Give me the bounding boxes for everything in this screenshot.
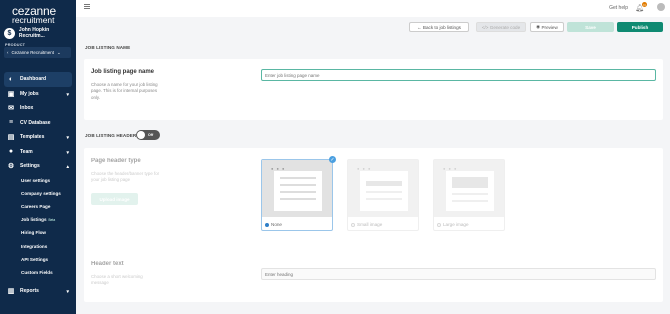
- inbox-icon: ✉: [8, 105, 14, 113]
- notification-badge: N: [642, 2, 647, 7]
- button-label: Generate code: [489, 24, 521, 30]
- product-value: Cezanne Recruitment: [11, 50, 54, 55]
- radio-button[interactable]: [265, 222, 269, 227]
- option-label: Large image: [443, 222, 469, 227]
- field-description: Choose a short welcoming message: [91, 274, 143, 286]
- toggle-label: Off: [148, 133, 154, 137]
- nav-inbox[interactable]: ✉ Inbox: [0, 101, 76, 116]
- chevron-left-icon: ‹: [7, 50, 9, 55]
- chevron-up-icon: ▴: [66, 164, 69, 170]
- code-icon: </>: [481, 24, 490, 30]
- section-title-listing-header: JOB LISTING HEADER: [85, 133, 137, 138]
- main-nav: ◐ Dashboard ▣ My jobs ▾ ✉ Inbox ≡ CV Dat…: [0, 72, 76, 299]
- nav-settings[interactable]: ⚙ Settings ▴: [0, 159, 76, 174]
- sub-api-settings[interactable]: API Settings: [0, 253, 76, 266]
- sub-custom-fields[interactable]: Custom Fields: [0, 266, 76, 279]
- sub-job-listings[interactable]: Job listings Beta: [0, 213, 76, 226]
- nav-label: Team: [20, 148, 33, 155]
- radio-button[interactable]: [437, 222, 441, 227]
- hamburger-menu-icon[interactable]: [84, 4, 90, 11]
- option-label: None: [271, 222, 282, 227]
- option-thumbnail: ● ● ●: [262, 160, 332, 217]
- nav-templates[interactable]: ▤ Templates ▾: [0, 130, 76, 145]
- database-icon: ≡: [8, 119, 14, 127]
- header-option-large-image[interactable]: ● ● ● Large image: [433, 159, 505, 231]
- sub-user-settings[interactable]: User settings: [0, 174, 76, 187]
- chart-icon: ▥: [7, 288, 15, 296]
- beta-badge: Beta: [48, 217, 56, 222]
- back-to-job-listings-button[interactable]: ← Back to job listings: [409, 22, 469, 32]
- profile-avatar[interactable]: [657, 3, 665, 11]
- chevron-down-icon: ▾: [66, 289, 69, 295]
- header-option-none[interactable]: ● ● ● None ✓: [261, 156, 336, 231]
- listing-header-card: Page header type Choose the header/banne…: [84, 148, 663, 302]
- sub-company-settings[interactable]: Company settings: [0, 187, 76, 200]
- generate-code-button[interactable]: </> Generate code: [476, 22, 526, 32]
- header-option-small-image[interactable]: ● ● ● Small image: [347, 159, 419, 231]
- radio-button[interactable]: [351, 222, 355, 227]
- user-switcher[interactable]: $ John Hopkin Recruitm...: [4, 27, 76, 39]
- cezanne-logo[interactable]: cezanne recruitment: [12, 5, 56, 25]
- templates-icon: ▤: [7, 134, 15, 142]
- nav-label: Settings: [20, 163, 40, 170]
- user-name: John Hopkin Recruitm...: [18, 27, 50, 39]
- nav-dashboard[interactable]: ◐ Dashboard: [4, 72, 72, 87]
- option-thumbnail: ● ● ●: [434, 160, 504, 217]
- nav-reports[interactable]: ▥ Reports ▾: [0, 284, 76, 299]
- dashboard-icon: ◐: [8, 75, 14, 83]
- chevron-down-icon: ▾: [66, 91, 69, 98]
- button-label: Preview: [541, 24, 558, 30]
- sub-careers-page[interactable]: Careers Page: [0, 200, 76, 213]
- top-bar: Get help 🔔︎ N: [76, 0, 670, 17]
- nav-label: Reports: [20, 288, 39, 295]
- nav-label: CV Database: [20, 119, 51, 126]
- get-help-link[interactable]: Get help: [609, 5, 628, 11]
- field-title: Page header type: [91, 158, 141, 164]
- chevron-down-icon: ▾: [66, 135, 69, 141]
- chevron-down-icon: ▾: [66, 149, 69, 156]
- header-toggle[interactable]: Off: [136, 130, 160, 140]
- preview-button[interactable]: ◉ Preview: [530, 22, 564, 32]
- option-thumbnail: ● ● ●: [348, 160, 418, 217]
- nav-label: Inbox: [20, 105, 34, 112]
- user-avatar: $: [4, 27, 15, 39]
- check-icon: ✓: [329, 156, 336, 163]
- toggle-knob: [137, 131, 145, 139]
- button-label: Back to job listings: [422, 24, 461, 30]
- field-description: Choose a name for your job listing page.…: [91, 82, 158, 100]
- header-text-input[interactable]: [261, 268, 656, 280]
- section-title-listing-name: JOB LISTING NAME: [85, 45, 131, 50]
- nav-label: Dashboard: [20, 76, 47, 83]
- sub-integrations[interactable]: Integrations: [0, 239, 76, 252]
- listing-name-card: Job listing page name Choose a name for …: [84, 59, 663, 120]
- sub-hiring-flow[interactable]: Hiring Flow: [0, 226, 76, 239]
- nav-label: Templates: [20, 134, 45, 141]
- field-description: Choose the header/banner type for your j…: [91, 171, 160, 183]
- sub-label: Job listings: [21, 217, 47, 223]
- person-icon: ●: [8, 148, 14, 156]
- field-title: Job listing page name: [91, 69, 155, 75]
- field-title: Header text: [91, 261, 124, 267]
- nav-cv-database[interactable]: ≡ CV Database: [0, 116, 76, 131]
- job-listing-name-input[interactable]: [261, 69, 656, 81]
- chevron-down-icon: ⌄: [56, 49, 61, 55]
- save-button[interactable]: Save: [567, 22, 614, 32]
- logo-subtitle: recruitment: [12, 15, 55, 25]
- nav-label: My jobs: [20, 90, 39, 97]
- sidebar: cezanne recruitment $ John Hopkin Recrui…: [0, 0, 76, 314]
- upload-image-button[interactable]: Upload image: [91, 193, 138, 205]
- publish-button[interactable]: Publish: [617, 22, 663, 32]
- nav-my-jobs[interactable]: ▣ My jobs ▾: [0, 87, 76, 102]
- product-select[interactable]: ‹ Cezanne Recruitment ⌄: [4, 47, 71, 58]
- gear-icon: ⚙: [7, 163, 15, 171]
- nav-team[interactable]: ● Team ▾: [0, 145, 76, 160]
- briefcase-icon: ▣: [7, 90, 15, 98]
- option-label: Small image: [357, 222, 383, 227]
